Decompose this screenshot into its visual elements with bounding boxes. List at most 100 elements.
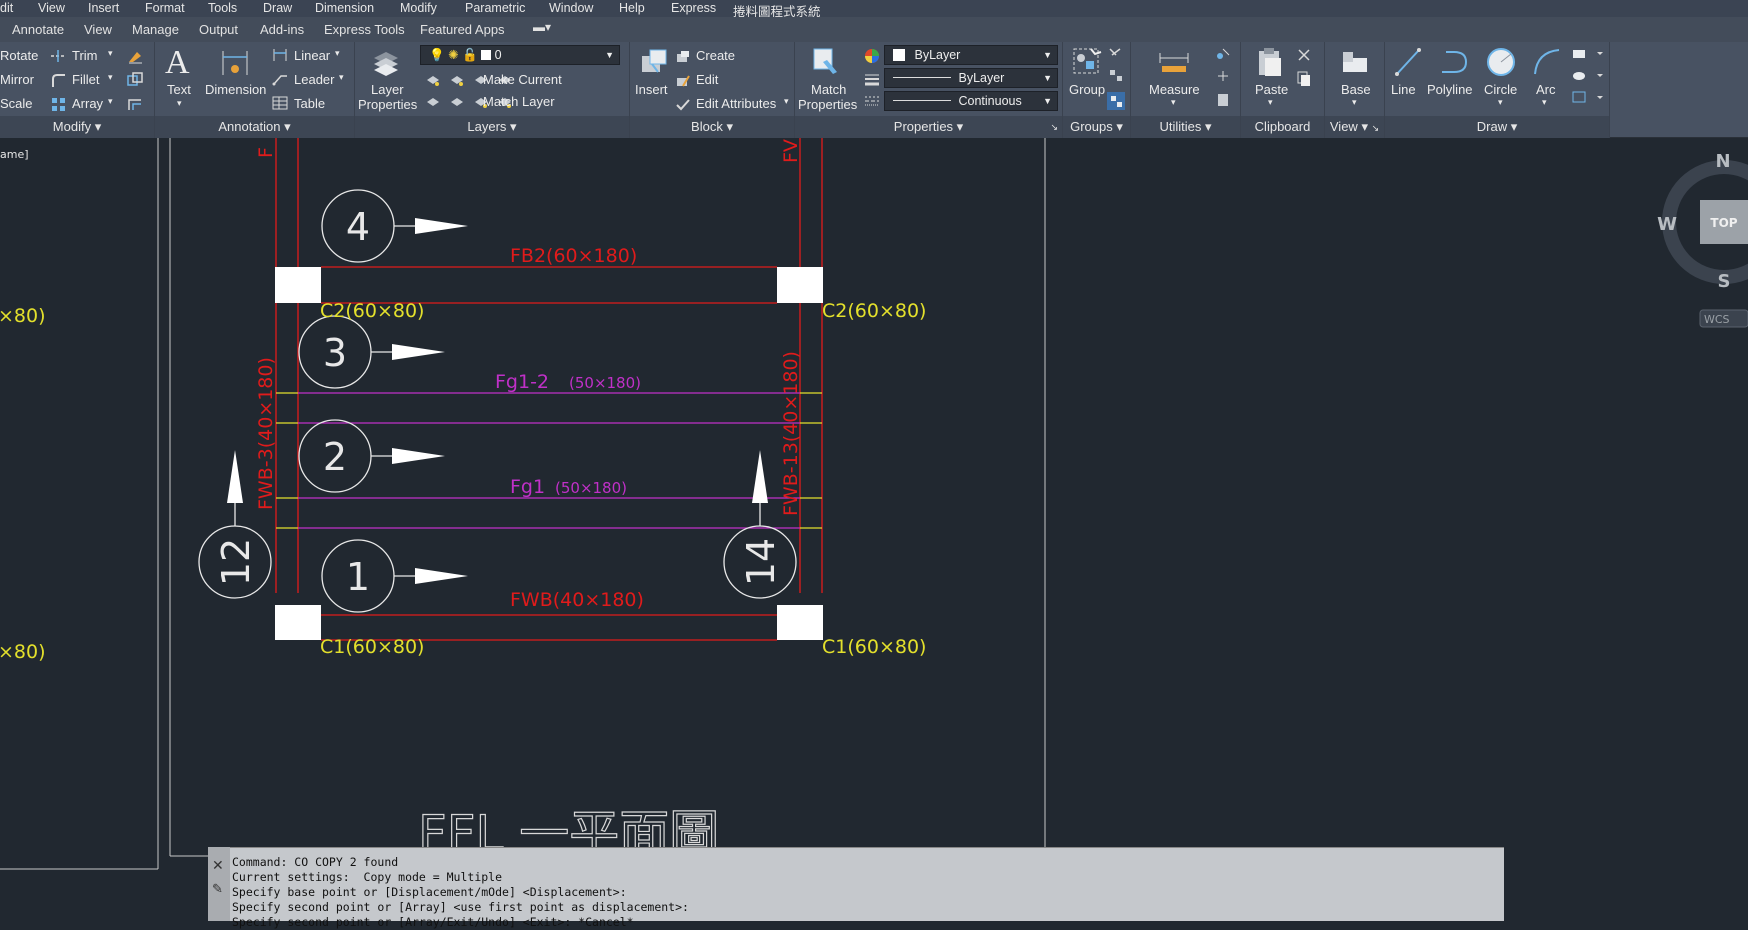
offset-icon[interactable] xyxy=(127,96,143,112)
tab-output[interactable]: Output xyxy=(199,22,238,37)
edit-button[interactable]: Edit xyxy=(696,72,718,87)
circle-dropdown-icon[interactable]: ▾ xyxy=(1498,97,1503,108)
menu-view[interactable]: View xyxy=(38,1,65,15)
group-button[interactable]: Group xyxy=(1069,82,1105,97)
array-dropdown-icon[interactable]: ▾ xyxy=(108,96,113,107)
compass-south[interactable]: S xyxy=(1718,271,1731,292)
tab-featured-apps[interactable]: Featured Apps xyxy=(420,22,505,37)
layer-properties-label-1[interactable]: Layer xyxy=(371,82,404,97)
panel-title-draw[interactable]: Draw ▾ xyxy=(1385,116,1609,138)
array-button[interactable]: Array xyxy=(72,96,103,111)
paste-dropdown-icon[interactable]: ▾ xyxy=(1268,97,1273,108)
rotate-button[interactable]: Rotate xyxy=(0,48,38,63)
lineweight-icon[interactable] xyxy=(864,72,880,86)
tab-annotate[interactable]: Annotate xyxy=(12,22,64,37)
panel-launcher-icon[interactable]: ↘ xyxy=(1050,116,1058,138)
trim-dropdown-icon[interactable]: ▾ xyxy=(108,48,113,59)
menu-tools[interactable]: Tools xyxy=(208,1,237,15)
menu-draw[interactable]: Draw xyxy=(263,1,292,15)
polyline-button[interactable]: Polyline xyxy=(1427,82,1473,97)
measure-dropdown-icon[interactable]: ▾ xyxy=(1171,97,1176,108)
base-button[interactable]: Base xyxy=(1341,82,1371,97)
menu-modify[interactable]: Modify xyxy=(400,1,437,15)
line-button[interactable]: Line xyxy=(1391,82,1416,97)
compass-north[interactable]: N xyxy=(1715,151,1730,172)
match-properties-label-1[interactable]: Match xyxy=(811,82,846,97)
viewport-label: ame] xyxy=(0,148,29,161)
paste-button[interactable]: Paste xyxy=(1255,82,1288,97)
viewcube[interactable]: TOP N W S WCS xyxy=(1657,151,1748,328)
layer-properties-label-2[interactable]: Properties xyxy=(358,97,417,112)
group-tools-icons[interactable] xyxy=(1107,46,1125,112)
panel-title-utilities[interactable]: Utilities ▾ xyxy=(1131,116,1240,138)
viewcube-top-face[interactable]: TOP xyxy=(1710,216,1737,230)
cut-copy-icons[interactable] xyxy=(1296,48,1312,88)
panel-title-groups[interactable]: Groups ▾ xyxy=(1063,116,1130,138)
erase-icon[interactable] xyxy=(127,48,143,64)
match-layer-button[interactable]: Match Layer xyxy=(483,94,555,109)
make-current-button[interactable]: Make Current xyxy=(483,72,562,87)
menu-edit[interactable]: dit xyxy=(0,1,13,15)
tab-manage[interactable]: Manage xyxy=(132,22,179,37)
wrench-icon[interactable]: ✎ xyxy=(212,881,223,897)
panel-title-clipboard[interactable]: Clipboard xyxy=(1241,116,1324,138)
panel-title-block[interactable]: Block ▾ xyxy=(630,116,794,138)
menu-express[interactable]: Express xyxy=(671,1,716,15)
edit-attributes-button[interactable]: Edit Attributes xyxy=(696,96,776,111)
create-button[interactable]: Create xyxy=(696,48,735,63)
base-dropdown-icon[interactable]: ▾ xyxy=(1352,97,1357,108)
command-window-grip[interactable]: ✕ ✎ xyxy=(208,847,230,921)
color-dropdown[interactable]: ByLayer ▼ xyxy=(884,45,1058,65)
tab-view[interactable]: View xyxy=(84,22,112,37)
panel-title-properties[interactable]: Properties ▾ ↘ xyxy=(795,116,1062,138)
linear-button[interactable]: Linear xyxy=(294,48,330,63)
trim-button[interactable]: Trim xyxy=(72,48,98,63)
utility-tools-icons[interactable] xyxy=(1215,46,1231,112)
arc-dropdown-icon[interactable]: ▾ xyxy=(1542,97,1547,108)
leader-dropdown-icon[interactable]: ▾ xyxy=(339,72,344,83)
lineweight-dropdown[interactable]: ByLayer ▼ xyxy=(884,68,1058,88)
edit-attributes-dropdown-icon[interactable]: ▾ xyxy=(784,96,789,107)
tab-add-ins[interactable]: Add-ins xyxy=(260,22,304,37)
wcs-menu[interactable]: WCS xyxy=(1704,313,1730,326)
arc-button[interactable]: Arc xyxy=(1536,82,1556,97)
panel-title-annotation[interactable]: Annotation ▾ xyxy=(155,116,354,138)
text-button[interactable]: Text xyxy=(167,82,191,97)
drawing-svg[interactable]: 4 3 2 1 12 14 FB2(60×180) FWB(40×180) FW… xyxy=(0,138,1748,921)
menu-insert[interactable]: Insert xyxy=(88,1,119,15)
linear-dropdown-icon[interactable]: ▾ xyxy=(335,48,340,59)
draw-tools-icons[interactable] xyxy=(1571,46,1607,112)
tab-express-tools[interactable]: Express Tools xyxy=(324,22,405,37)
match-properties-label-2[interactable]: Properties xyxy=(798,97,857,112)
mirror-button[interactable]: Mirror xyxy=(0,72,34,87)
text-dropdown-icon[interactable]: ▾ xyxy=(177,98,182,109)
measure-button[interactable]: Measure xyxy=(1149,82,1200,97)
insert-button[interactable]: Insert xyxy=(635,82,668,97)
menu-parametric[interactable]: Parametric xyxy=(465,1,525,15)
panel-properties: Match Properties ByLayer ▼ ByLayer ▼ Con… xyxy=(795,42,1063,138)
circle-button[interactable]: Circle xyxy=(1484,82,1517,97)
linetype-dropdown[interactable]: Continuous ▼ xyxy=(884,91,1058,111)
panel-title-view[interactable]: View ▾ ↘ xyxy=(1325,116,1384,138)
panel-launcher-icon[interactable]: ↘ xyxy=(1372,123,1380,133)
leader-button[interactable]: Leader xyxy=(294,72,334,87)
close-icon[interactable]: ✕ xyxy=(212,857,224,874)
panel-title-layers[interactable]: Layers ▾ xyxy=(355,116,629,138)
menu-dimension[interactable]: Dimension xyxy=(315,1,374,15)
copy-icon[interactable] xyxy=(127,72,143,88)
layer-dropdown[interactable]: 💡 ✺ 🔓 0 ▼ xyxy=(420,45,620,65)
table-button[interactable]: Table xyxy=(294,96,325,111)
fillet-button[interactable]: Fillet xyxy=(72,72,99,87)
menu-window[interactable]: Window xyxy=(549,1,593,15)
color-wheel-icon[interactable] xyxy=(864,48,880,64)
panel-title-modify[interactable]: Modify ▾ xyxy=(0,116,154,138)
camera-dropdown-icon[interactable]: ▬▾ xyxy=(533,20,551,34)
compass-west[interactable]: W xyxy=(1657,214,1677,235)
scale-button[interactable]: Scale xyxy=(0,96,33,111)
dimension-button[interactable]: Dimension xyxy=(205,82,266,97)
drawing-canvas[interactable]: 4 3 2 1 12 14 FB2(60×180) FWB(40×180) FW… xyxy=(0,138,1748,921)
linetype-icon[interactable] xyxy=(864,94,880,108)
fillet-dropdown-icon[interactable]: ▾ xyxy=(108,72,113,83)
menu-help[interactable]: Help xyxy=(619,1,645,15)
menu-format[interactable]: Format xyxy=(145,1,185,15)
